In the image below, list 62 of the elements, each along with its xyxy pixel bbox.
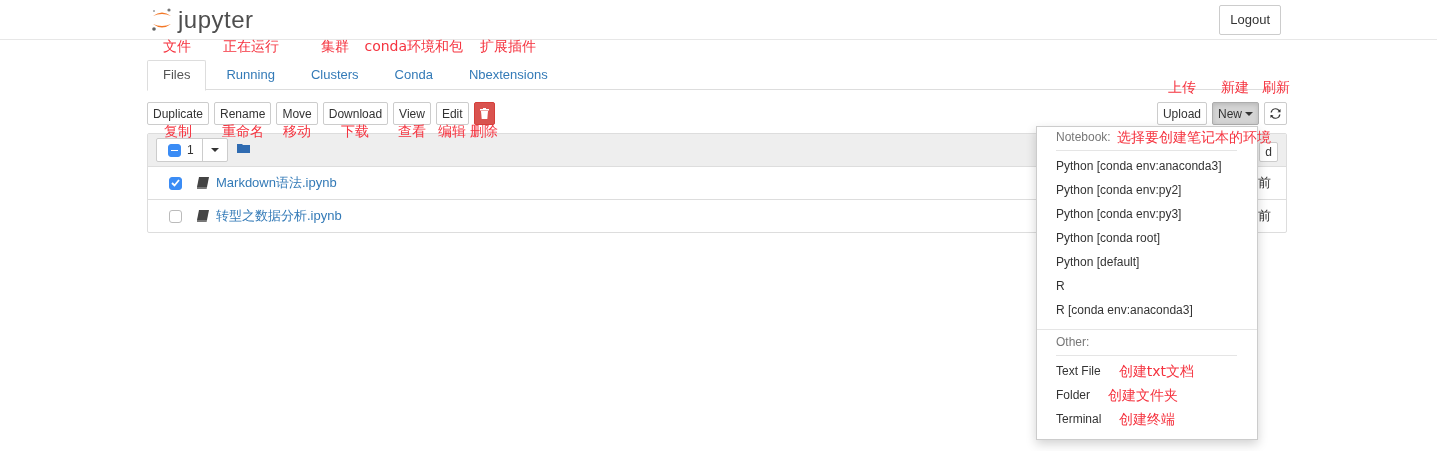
toolbar-button[interactable]: Download bbox=[322, 102, 389, 125]
annotation-label: 删除 bbox=[470, 123, 499, 141]
tab[interactable]: Clusters bbox=[294, 60, 375, 90]
annotation-label: 创建终端 bbox=[1119, 411, 1176, 427]
annotation-label: 正在运行 bbox=[222, 38, 279, 56]
tab[interactable]: Running bbox=[210, 60, 291, 90]
annotation-label: 上传 bbox=[1167, 79, 1196, 97]
menu-item[interactable]: Text File bbox=[1056, 364, 1101, 378]
annotation-label: 查看 bbox=[398, 123, 426, 141]
select-all-checkbox[interactable] bbox=[168, 143, 181, 157]
menu-item[interactable]: Python [conda env:anaconda3] bbox=[1056, 159, 1222, 173]
folder-icon[interactable] bbox=[236, 143, 250, 153]
file-link[interactable]: Markdown语法.ipynb bbox=[216, 174, 337, 192]
modified-time: 前 bbox=[1258, 174, 1271, 192]
menu-item[interactable]: Terminal bbox=[1056, 412, 1102, 426]
menu-section-header: Other: bbox=[1056, 335, 1090, 349]
annotation-label: 复制 bbox=[164, 123, 192, 141]
annotation-label: 创建文件夹 bbox=[1108, 387, 1178, 403]
logout-button[interactable]: Logout bbox=[1219, 4, 1281, 35]
toolbar-button[interactable]: View bbox=[393, 102, 431, 125]
tab[interactable]: Files bbox=[147, 60, 207, 91]
menu-item[interactable]: Folder bbox=[1056, 388, 1090, 402]
annotation-label: 创建txt文档 bbox=[1118, 363, 1194, 379]
selected-count: 1 bbox=[187, 143, 194, 157]
delete-button[interactable] bbox=[473, 102, 495, 125]
annotation-label: 文件 bbox=[162, 38, 191, 56]
toolbar-button[interactable]: Edit bbox=[435, 102, 469, 125]
annotation-label: 选择要创建笔记本的环境 bbox=[1116, 130, 1271, 145]
annotation-label: conda环境和包 bbox=[364, 38, 464, 56]
file-link[interactable]: 转型之数据分析.ipynb bbox=[216, 207, 342, 225]
menu-item[interactable]: R bbox=[1056, 279, 1065, 293]
menu-item[interactable]: R [conda env:anaconda3] bbox=[1056, 303, 1193, 317]
menu-item[interactable]: Python [conda root] bbox=[1056, 231, 1161, 245]
annotation-label: 扩展插件 bbox=[480, 38, 537, 56]
menu-item[interactable]: Python [default] bbox=[1056, 255, 1140, 269]
trash-icon bbox=[479, 108, 489, 119]
annotation-label: 集群 bbox=[320, 38, 349, 56]
new-dropdown-button[interactable]: New bbox=[1212, 102, 1259, 125]
annotation-label: 刷新 bbox=[1261, 79, 1290, 97]
notebook-icon bbox=[197, 210, 209, 222]
toolbar-button[interactable]: Rename bbox=[214, 102, 272, 125]
toolbar-button[interactable]: Duplicate bbox=[147, 102, 210, 125]
selection-dropdown[interactable]: 1 bbox=[156, 138, 228, 162]
tab[interactable]: Conda bbox=[378, 60, 449, 90]
annotation-label: 编辑 bbox=[438, 123, 467, 141]
modified-time: 前 bbox=[1258, 207, 1271, 225]
notebook-icon bbox=[197, 177, 209, 189]
refresh-button[interactable] bbox=[1264, 102, 1287, 125]
logo-text: jupyter bbox=[178, 5, 254, 34]
row-checkbox[interactable] bbox=[169, 176, 182, 190]
refresh-icon bbox=[1270, 108, 1281, 119]
annotation-label: 下载 bbox=[341, 123, 370, 141]
annotation-label: 新建 bbox=[1221, 79, 1250, 97]
tab[interactable]: Nbextensions bbox=[452, 60, 564, 90]
row-checkbox[interactable] bbox=[169, 209, 182, 223]
upload-button[interactable]: Upload bbox=[1156, 102, 1207, 125]
toolbar-button[interactable]: Move bbox=[276, 102, 318, 125]
menu-item[interactable]: Python [conda env:py3] bbox=[1056, 207, 1182, 221]
annotation-label: 移动 bbox=[283, 123, 312, 141]
annotation-label: 重命名 bbox=[221, 123, 264, 141]
menu-section-header: Notebook: bbox=[1056, 130, 1111, 144]
menu-item[interactable]: Python [conda env:py2] bbox=[1056, 183, 1182, 197]
